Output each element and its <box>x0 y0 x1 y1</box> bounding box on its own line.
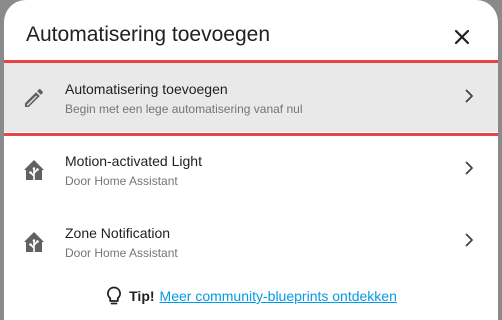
pencil-icon <box>25 88 44 107</box>
list-item-zone-notification[interactable]: Zone Notification Door Home Assistant <box>4 204 498 276</box>
list-item-new-automation[interactable]: Automatisering toevoegen Begin met een l… <box>4 60 498 132</box>
home-assistant-icon <box>24 160 44 181</box>
home-assistant-icon <box>24 232 44 253</box>
lightbulb-icon <box>107 286 122 305</box>
close-icon <box>454 29 470 45</box>
add-automation-dialog: Automatisering toevoegen Automatisering … <box>4 0 498 320</box>
item-title: Motion-activated Light <box>65 153 202 169</box>
chevron-right-icon <box>465 89 473 103</box>
dialog-title: Automatisering toevoegen <box>26 23 270 46</box>
item-subtitle: Door Home Assistant <box>65 174 178 188</box>
item-title: Zone Notification <box>65 225 171 241</box>
item-subtitle: Begin met een lege automatisering vanaf … <box>65 102 303 116</box>
community-blueprints-link[interactable]: Meer community-blueprints ontdekken <box>160 288 397 304</box>
dialog-header: Automatisering toevoegen <box>4 0 498 62</box>
chevron-right-icon <box>465 233 473 247</box>
item-subtitle: Door Home Assistant <box>65 246 178 260</box>
tip-label: Tip! <box>129 288 155 304</box>
tip-footer: Tip! Meer community-blueprints ontdekken <box>4 284 498 308</box>
list-item-motion-activated-light[interactable]: Motion-activated Light Door Home Assista… <box>4 132 498 204</box>
item-title: Automatisering toevoegen <box>65 81 228 97</box>
chevron-right-icon <box>465 161 473 175</box>
close-button[interactable] <box>448 23 476 51</box>
